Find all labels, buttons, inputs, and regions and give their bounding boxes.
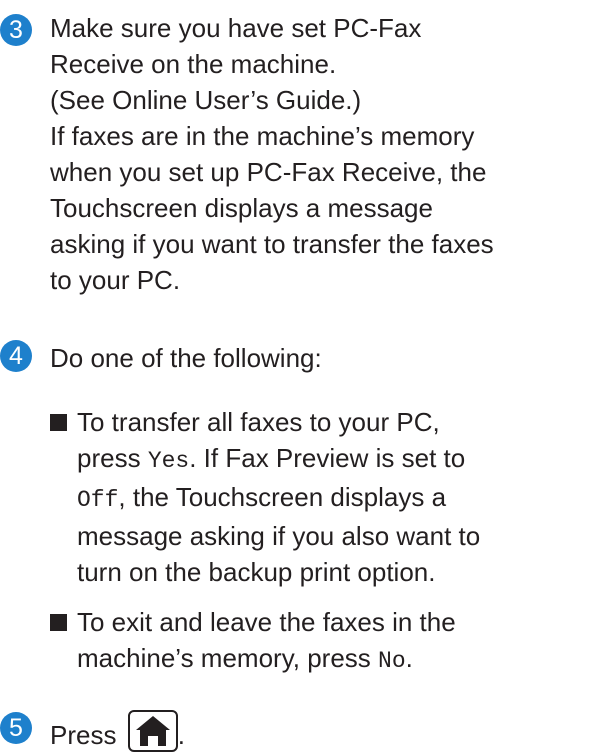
step-3-line: If faxes are in the machine’s memory (50, 121, 475, 151)
step-3-line: Touchscreen displays a message (50, 193, 433, 223)
bullet-square-icon (50, 414, 67, 431)
ui-label-no: No (378, 648, 406, 674)
step-number-badge: 5 (0, 712, 32, 744)
step-3-line: (See Online User’s Guide.) (50, 85, 362, 115)
step-3-text: Make sure you have set PC-Fax Receive on… (50, 10, 595, 298)
step-3-line: to your PC. (50, 265, 181, 295)
step-3-line: asking if you want to transfer the faxes (50, 229, 494, 259)
step-number-badge: 4 (0, 340, 32, 372)
ui-label-off: Off (77, 487, 119, 513)
bullet-text: To transfer all faxes to your PC, press … (77, 407, 481, 587)
step-3-line: Make sure you have set PC-Fax (50, 13, 422, 43)
step-3-line: Receive on the machine. (50, 49, 337, 79)
step-number-badge: 3 (0, 14, 32, 46)
home-icon (127, 710, 178, 752)
step-3-line: when you set up PC-Fax Receive, the (50, 157, 487, 187)
ui-label-yes: Yes (147, 448, 190, 474)
bullet-square-icon (50, 614, 67, 631)
step-4-intro: Do one of the following: (50, 343, 322, 373)
bullet-text: To exit and leave the faxes in the machi… (77, 607, 456, 674)
step-5-text: Press . (50, 710, 595, 753)
